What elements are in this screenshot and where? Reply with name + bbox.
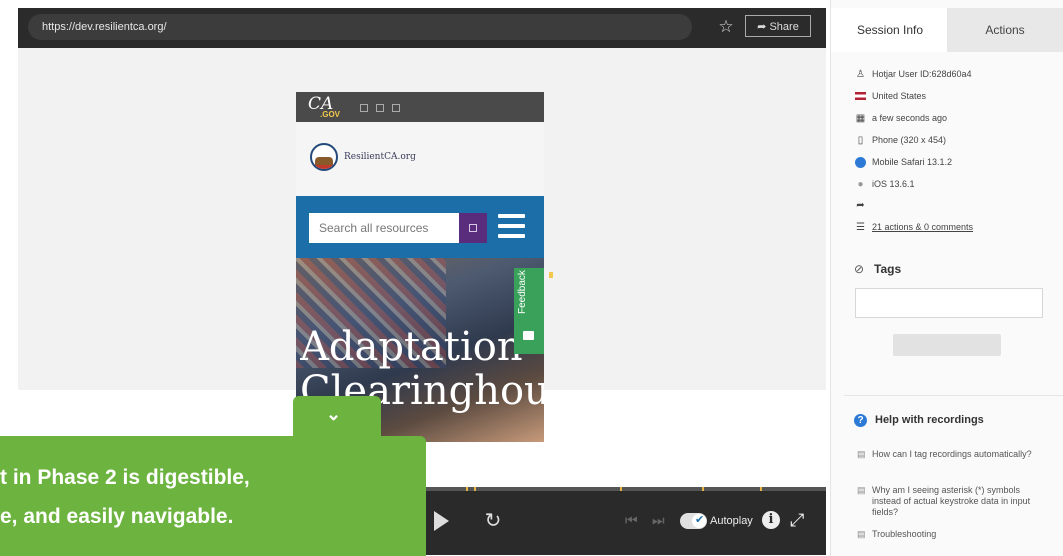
- add-tag-button[interactable]: [893, 334, 1001, 356]
- seal-stripe: [314, 165, 334, 169]
- help-link-text[interactable]: Troubleshooting: [872, 529, 1032, 540]
- check-icon: ✔: [695, 514, 705, 526]
- autoplay-label: Autoplay: [710, 515, 753, 527]
- tags-title: Tags: [874, 262, 902, 276]
- star-icon[interactable]: ☆: [714, 15, 738, 39]
- user-id: Hotjar User ID:628d60a4: [872, 69, 972, 79]
- menu-icon-bar: [498, 234, 525, 238]
- document-icon: ▤: [857, 449, 866, 459]
- site-name[interactable]: ResilientCA.org: [344, 152, 416, 162]
- apple-icon: ●: [857, 179, 864, 190]
- info-icon[interactable]: i: [762, 511, 780, 529]
- browser: Mobile Safari 13.1.2: [872, 157, 953, 167]
- document-icon: ▤: [857, 485, 866, 495]
- chevron-down-icon[interactable]: ⌄: [326, 404, 341, 425]
- resilientca-seal-logo[interactable]: [310, 143, 338, 171]
- play-icon[interactable]: [434, 511, 449, 531]
- help-link-text[interactable]: Why am I seeing asterisk (*) symbols ins…: [872, 485, 1032, 518]
- skip-forward-icon[interactable]: ↻: [480, 508, 506, 534]
- ca-gov-logo-sub: .GOV: [320, 110, 341, 119]
- search-input[interactable]: Search all resources: [309, 213, 459, 243]
- fullscreen-icon[interactable]: ⤢: [790, 510, 804, 531]
- user-icon: ♙: [856, 69, 865, 80]
- caption-line2: e, and easily navigable.: [0, 505, 234, 528]
- bear-icon: [315, 157, 333, 165]
- previous-event-icon[interactable]: ⏮: [625, 512, 638, 529]
- feedback-label: Feedback: [517, 270, 528, 314]
- document-icon: ▤: [857, 529, 866, 539]
- hero-title-line1: Adaptation: [300, 324, 523, 370]
- help-icon: ?: [854, 414, 867, 427]
- help-title: Help with recordings: [875, 414, 984, 426]
- calendar-icon: ▦: [855, 113, 866, 124]
- phone-icon: ▯: [857, 135, 864, 146]
- time: a few seconds ago: [872, 113, 948, 123]
- us-flag-icon: [855, 92, 866, 100]
- safari-icon: [855, 157, 866, 168]
- cursor-marker: [549, 272, 553, 278]
- url-field[interactable]: https://dev.resilientca.org/: [28, 14, 692, 40]
- tab-actions[interactable]: Actions: [947, 8, 1063, 52]
- share-button[interactable]: ➦ Share: [745, 15, 811, 37]
- tag-icon: ⊘: [854, 262, 865, 276]
- referrer-icon: ➦: [856, 200, 865, 211]
- feedback-icon: [523, 331, 534, 340]
- search-button[interactable]: [459, 213, 487, 243]
- help-link-text[interactable]: How can I tag recordings automatically?: [872, 449, 1032, 460]
- tab-session-info[interactable]: Session Info: [831, 8, 947, 52]
- caption-line1: t in Phase 2 is digestible,: [0, 466, 250, 489]
- divider: [844, 395, 1063, 396]
- list-icon: ☰: [856, 222, 865, 233]
- country: United States: [872, 91, 927, 101]
- square-icon[interactable]: [376, 104, 384, 112]
- menu-icon-bar: [498, 224, 525, 228]
- next-event-icon[interactable]: ⏭: [652, 512, 665, 529]
- menu-icon[interactable]: [498, 214, 525, 218]
- square-icon[interactable]: [392, 104, 400, 112]
- square-icon[interactable]: [360, 104, 368, 112]
- share-label: Share: [769, 21, 799, 33]
- share-icon: ➦: [757, 21, 767, 33]
- device: Phone (320 x 454): [872, 135, 947, 145]
- os: iOS 13.6.1: [872, 179, 915, 189]
- search-icon: [469, 224, 477, 232]
- tag-input[interactable]: [855, 288, 1043, 318]
- session-panel: [830, 0, 1063, 556]
- actions-comments-link[interactable]: 21 actions & 0 comments: [872, 222, 973, 233]
- caption-overlay: [0, 436, 426, 556]
